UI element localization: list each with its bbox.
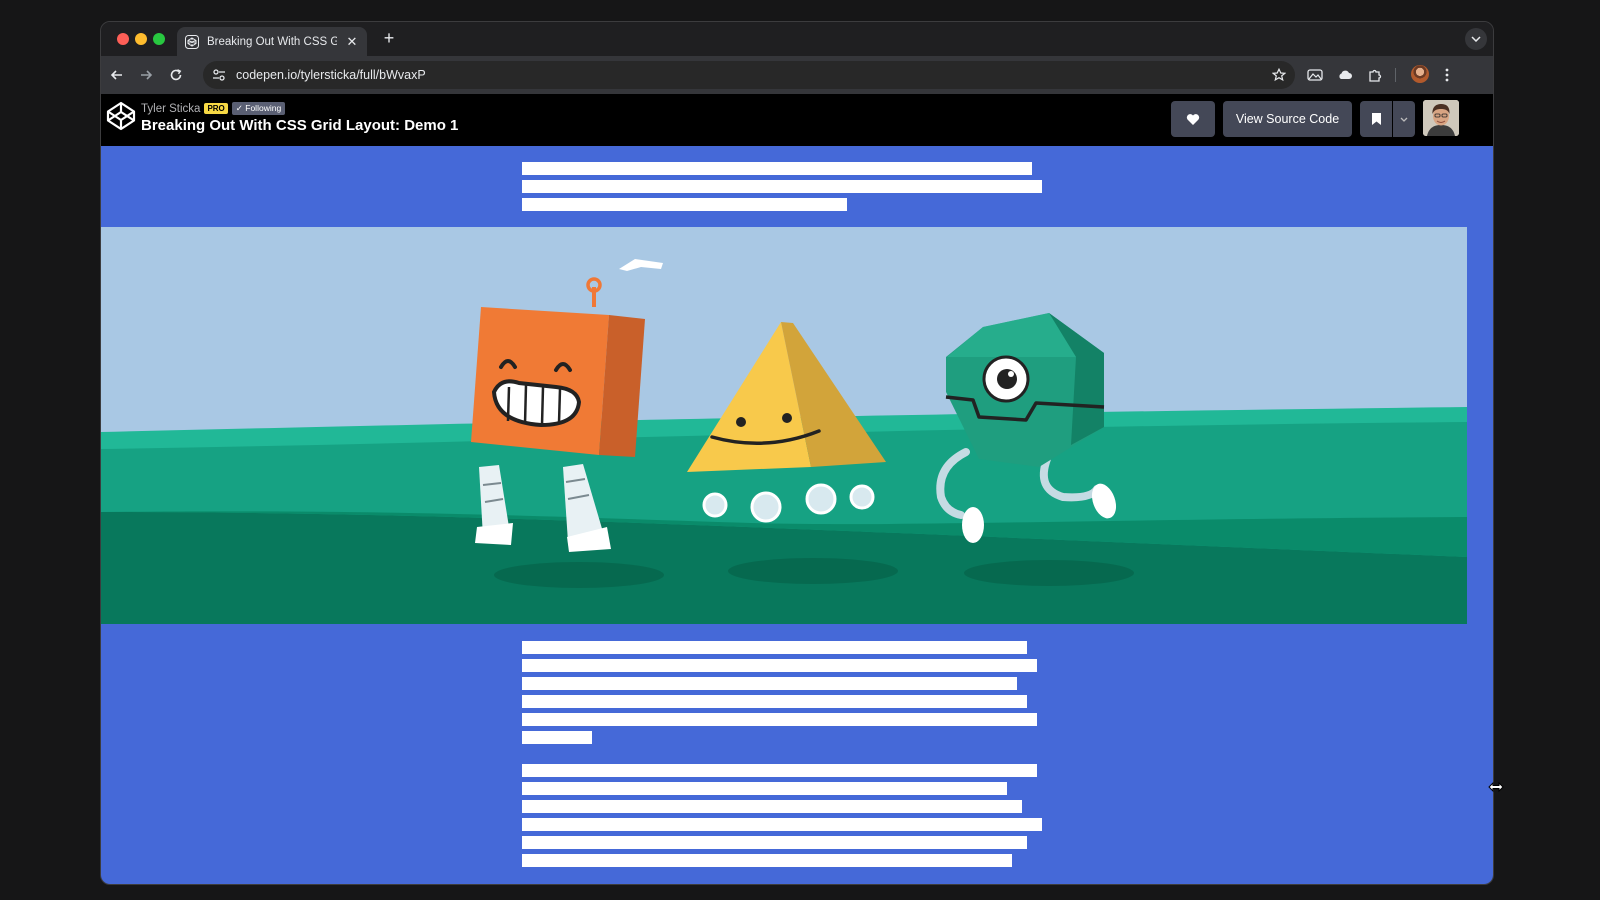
hero-illustration: [101, 227, 1493, 624]
pro-badge: PRO: [204, 103, 228, 114]
text-placeholder-line: [522, 854, 1012, 867]
view-source-button[interactable]: View Source Code: [1223, 101, 1352, 137]
text-placeholder-line: [522, 659, 1037, 672]
codepen-logo-icon[interactable]: [105, 100, 137, 132]
text-placeholder-line: [522, 677, 1017, 690]
pen-preview: [101, 146, 1493, 884]
bookmark-button[interactable]: [1360, 101, 1392, 137]
codepen-favicon-icon: [185, 34, 199, 49]
codepen-header: Tyler Sticka PRO ✓ Following Breaking Ou…: [101, 94, 1493, 146]
pen-title: Breaking Out With CSS Grid Layout: Demo …: [141, 117, 459, 134]
browser-toolbar: codepen.io/tylersticka/full/bWvaxP: [101, 56, 1493, 94]
resize-cursor-icon: [1488, 780, 1504, 793]
text-placeholder-line: [522, 162, 1032, 175]
text-placeholder-line: [522, 836, 1027, 849]
browser-menu-icon[interactable]: [1437, 65, 1457, 85]
bookmark-star-icon[interactable]: [1269, 65, 1289, 85]
profile-avatar-icon[interactable]: [1411, 65, 1429, 83]
browser-tab[interactable]: Breaking Out With CSS Grid L ✕: [177, 27, 367, 56]
tab-close-icon[interactable]: ✕: [345, 34, 359, 50]
extensions-puzzle-icon[interactable]: [1365, 65, 1385, 85]
url-text[interactable]: codepen.io/tylersticka/full/bWvaxP: [236, 68, 1269, 82]
tab-strip: Breaking Out With CSS Grid L ✕ +: [101, 22, 1493, 56]
reload-icon[interactable]: [166, 65, 186, 85]
bookmark-icon: [1371, 113, 1381, 125]
text-placeholder-line: [522, 731, 592, 744]
minimize-window-button[interactable]: [135, 33, 147, 45]
text-placeholder-line: [522, 713, 1037, 726]
text-placeholder-line: [522, 818, 1042, 831]
text-placeholder-line: [522, 800, 1022, 813]
heart-icon: [1186, 113, 1200, 125]
text-placeholder-line: [522, 641, 1027, 654]
close-window-button[interactable]: [117, 33, 129, 45]
extension-landscape-icon[interactable]: [1305, 65, 1325, 85]
forward-arrow-icon[interactable]: [136, 65, 156, 85]
maximize-window-button[interactable]: [153, 33, 165, 45]
text-placeholder-line: [522, 695, 1027, 708]
like-button[interactable]: [1171, 101, 1215, 137]
chevron-down-icon: [1400, 117, 1408, 122]
address-bar[interactable]: codepen.io/tylersticka/full/bWvaxP: [203, 61, 1295, 89]
extension-cloud-icon[interactable]: [1335, 65, 1355, 85]
text-placeholder-line: [522, 764, 1037, 777]
new-tab-button[interactable]: +: [379, 28, 399, 49]
following-badge[interactable]: ✓ Following: [231, 102, 286, 115]
bookmark-dropdown-button[interactable]: [1393, 101, 1415, 137]
text-placeholder-line: [522, 782, 1007, 795]
site-settings-icon[interactable]: [211, 67, 227, 83]
tab-title: Breaking Out With CSS Grid L: [207, 35, 337, 48]
text-placeholder-line: [522, 198, 847, 211]
toolbar-divider: [1395, 68, 1396, 82]
browser-window: Breaking Out With CSS Grid L ✕ + codepen…: [100, 21, 1494, 885]
user-avatar[interactable]: [1423, 100, 1459, 136]
text-placeholder-line: [522, 180, 1042, 193]
tab-search-button[interactable]: [1465, 28, 1487, 50]
back-arrow-icon[interactable]: [107, 65, 127, 85]
author-name[interactable]: Tyler Sticka: [141, 103, 200, 115]
pen-author-row: Tyler Sticka PRO ✓ Following: [141, 102, 286, 115]
